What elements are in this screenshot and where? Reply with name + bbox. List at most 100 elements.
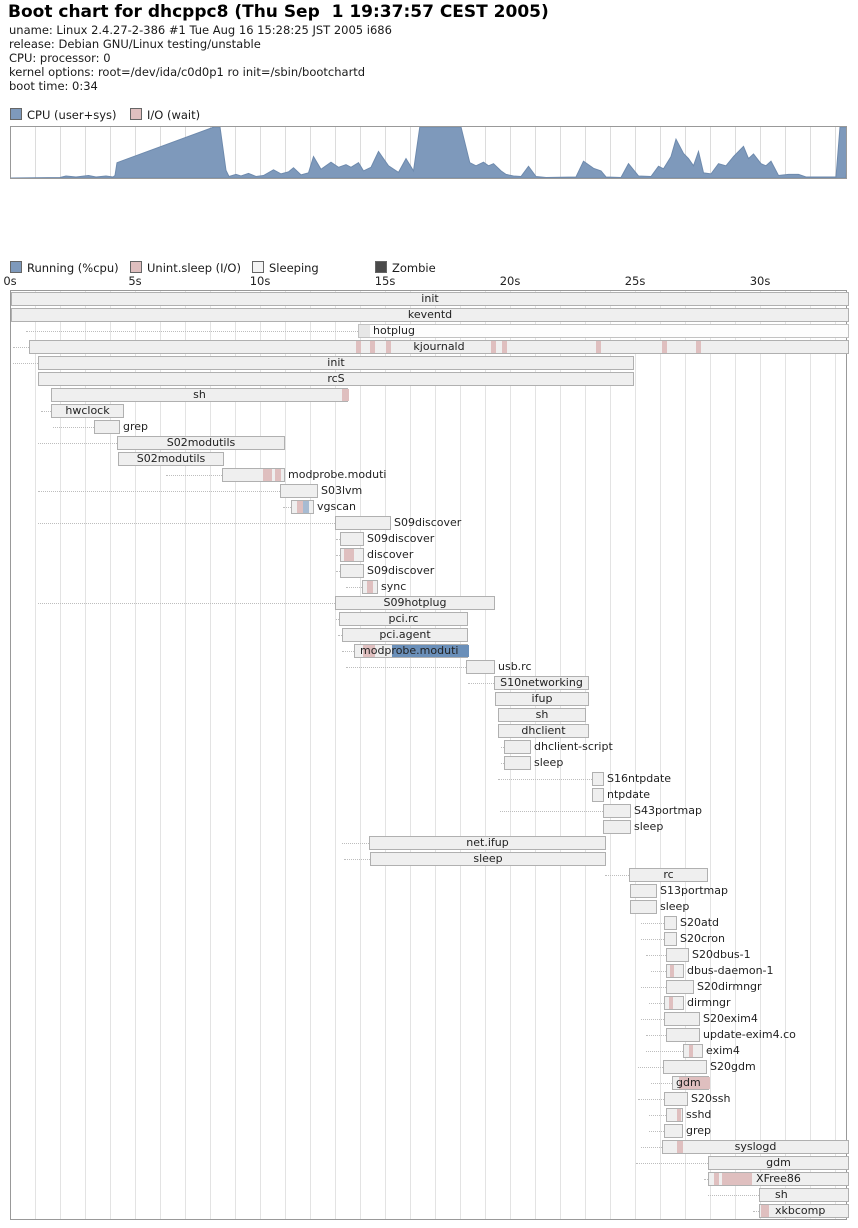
axis-tick-label: 30s: [750, 274, 771, 288]
process-bar-dirmngr: dirmngr: [664, 996, 684, 1010]
process-label: keventd: [12, 309, 848, 322]
tree-connector: [649, 1003, 664, 1004]
process-bar-S02modutils: S02modutils: [118, 452, 224, 466]
process-bar-S20dbus-1: S20dbus-1: [666, 948, 689, 962]
tree-connector: [649, 1115, 666, 1116]
tree-connector: [336, 619, 339, 620]
process-label: modprobe.moduti: [288, 469, 386, 482]
process-bar-ntpdate: ntpdate: [592, 788, 604, 802]
process-label: grep: [686, 1125, 711, 1138]
process-bar-exim4: exim4: [683, 1044, 703, 1058]
info-kernel-options: kernel options: root=/dev/ida/c0d0p1 ro …: [9, 65, 365, 79]
cpu-legend-item: CPU (user+sys): [10, 108, 117, 120]
process-label: S09discover: [394, 517, 461, 530]
process-label: gdm: [709, 1157, 848, 1170]
process-bar-pci.agent: pci.agent: [342, 628, 468, 642]
process-bar-init: init: [11, 292, 849, 306]
process-label: net.ifup: [370, 837, 605, 850]
tree-connector: [651, 1083, 672, 1084]
process-label: dbus-daemon-1: [687, 965, 774, 978]
process-bar-S20exim4: S20exim4: [664, 1012, 700, 1026]
process-label: hotplug: [373, 325, 415, 338]
process-bar-rc: rc: [629, 868, 708, 882]
process-bar-hotplug: hotplug: [358, 324, 849, 338]
tree-connector: [53, 427, 94, 428]
process-label: S20ssh: [691, 1093, 730, 1106]
axis-tick-label: 25s: [625, 274, 646, 288]
unint-sleep-legend-item: Unint.sleep (I/O): [130, 261, 241, 273]
tree-connector: [646, 1035, 666, 1036]
process-bar-S09discover: S09discover: [340, 532, 364, 546]
tree-connector: [342, 651, 354, 652]
tree-connector: [704, 1179, 708, 1180]
cpu-area-svg: [11, 127, 846, 178]
process-label: S20dirmngr: [697, 981, 762, 994]
process-label: rcS: [39, 373, 633, 386]
tree-connector: [283, 507, 291, 508]
process-bar-hwclock: hwclock: [51, 404, 124, 418]
process-label: pci.agent: [343, 629, 467, 642]
tree-connector: [38, 603, 335, 604]
process-label: S20exim4: [703, 1013, 758, 1026]
process-bar-S20gdm: S20gdm: [663, 1060, 707, 1074]
process-label: kjournald: [30, 341, 848, 354]
axis-tick-label: 20s: [500, 274, 521, 288]
process-label: sleep: [634, 821, 663, 834]
state-segment-io: [689, 1045, 693, 1057]
tree-connector: [753, 1211, 759, 1212]
process-label: sh: [499, 709, 585, 722]
process-label: vgscan: [317, 501, 356, 514]
process-bar-syslogd: syslogd: [662, 1140, 849, 1154]
process-bar-sh: sh: [759, 1188, 849, 1202]
process-bar-modprobe.moduti: modprobe.moduti: [354, 644, 468, 658]
process-bar-sh: sh: [51, 388, 348, 402]
process-bar-update-exim4.co: update-exim4.co: [666, 1028, 700, 1042]
process-label: S09discover: [367, 533, 434, 546]
process-bar-discover: discover: [340, 548, 364, 562]
process-label: ifup: [496, 693, 588, 706]
process-label: hwclock: [52, 405, 123, 418]
axis-tick-label: 5s: [128, 274, 141, 288]
process-bar-XFree86: XFree86: [708, 1172, 849, 1186]
process-label: S09discover: [367, 565, 434, 578]
tree-connector: [13, 347, 29, 348]
state-segment-io: [677, 1109, 681, 1121]
state-segment-io: [669, 997, 673, 1009]
process-label: XFree86: [709, 1173, 848, 1186]
process-bar-grep: grep: [94, 420, 120, 434]
state-segment-io: [275, 469, 281, 481]
tree-connector: [638, 1099, 664, 1100]
time-axis: 0s5s10s15s20s25s30s: [0, 274, 858, 288]
process-label: sync: [381, 581, 406, 594]
tree-connector: [468, 683, 494, 684]
process-label: discover: [367, 549, 413, 562]
process-label: S09hotplug: [336, 597, 494, 610]
axis-tick-label: 10s: [250, 274, 271, 288]
process-label: dirmngr: [687, 997, 731, 1010]
bootchart-page: Boot chart for dhcppc8 (Thu Sep 1 19:37:…: [0, 0, 858, 1228]
process-bar-S20atd: S20atd: [664, 916, 677, 930]
process-bar-S10networking: S10networking: [494, 676, 589, 690]
tree-connector: [336, 539, 340, 540]
process-label: grep: [123, 421, 148, 434]
tree-connector: [708, 1195, 759, 1196]
sleeping-legend-item: Sleeping: [252, 261, 319, 273]
process-bar-sleep: sleep: [370, 852, 606, 866]
tree-connector: [342, 843, 369, 844]
tree-connector: [651, 971, 666, 972]
tree-connector: [605, 875, 629, 876]
process-bar-dhclient-script: dhclient-script: [504, 740, 531, 754]
process-bar-sh: sh: [498, 708, 586, 722]
io-legend-label: I/O (wait): [147, 108, 200, 122]
tree-connector: [498, 779, 592, 780]
process-bar-sleep: sleep: [603, 820, 631, 834]
info-cpu: CPU: processor: 0: [9, 51, 111, 65]
tree-connector: [646, 955, 666, 956]
process-label: gdm: [676, 1077, 701, 1090]
state-segment-g2: [359, 325, 370, 337]
unint-sleep-legend-label: Unint.sleep (I/O): [147, 261, 241, 275]
process-chart: initkeventdhotplugkjournaldinitrcSshhwcl…: [10, 290, 847, 1220]
process-label: modprobe.moduti: [360, 645, 458, 658]
info-uname: uname: Linux 2.4.27-2-386 #1 Tue Aug 16 …: [9, 23, 392, 37]
tree-connector: [638, 1067, 663, 1068]
